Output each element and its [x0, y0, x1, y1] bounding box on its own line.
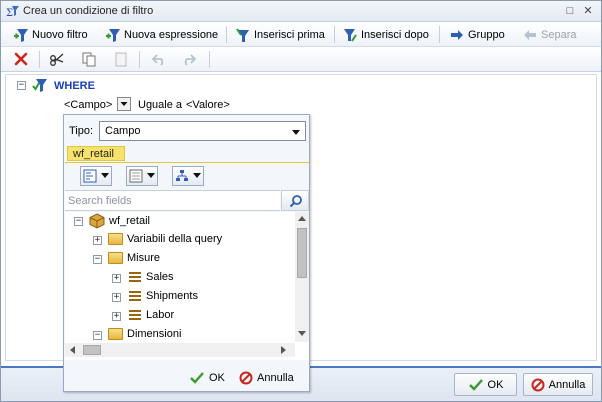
vertical-scrollbar[interactable] — [295, 212, 309, 342]
tree-item-misure[interactable]: Misure — [108, 252, 160, 264]
copy-icon[interactable] — [81, 51, 97, 67]
measure-icon — [127, 271, 142, 283]
group-arrow-icon — [451, 29, 463, 40]
tab-wf-retail[interactable]: wf_retail — [67, 146, 125, 161]
scroll-up-icon[interactable] — [298, 215, 306, 221]
search-button[interactable] — [281, 190, 309, 211]
dialog-window: Σ Crea un condizione di filtro □ ✕ Nuovo… — [0, 0, 602, 402]
expand-toggle[interactable]: + — [112, 312, 121, 321]
collapse-toggle[interactable]: − — [93, 255, 102, 264]
chevron-down-icon — [101, 173, 109, 178]
check-icon — [190, 372, 204, 384]
check-icon — [468, 378, 483, 391]
new-expression-icon — [106, 28, 120, 42]
close-icon[interactable]: ✕ — [582, 5, 594, 17]
insert-before-icon — [236, 27, 249, 42]
tree-item-sales[interactable]: Sales — [127, 271, 174, 283]
tipo-select[interactable]: Campo — [99, 121, 306, 141]
tree-item-shipments[interactable]: Shipments — [127, 290, 198, 302]
list-view-icon — [129, 169, 143, 183]
tree-item-root[interactable]: wf_retail — [89, 213, 150, 229]
paste-icon[interactable] — [113, 51, 129, 67]
toolbar-separator — [334, 26, 335, 43]
cube-icon — [89, 213, 105, 229]
maximize-icon[interactable]: □ — [564, 5, 576, 17]
filter-app-icon: Σ — [6, 6, 19, 18]
cut-icon[interactable] — [49, 51, 65, 67]
tree-item-dimensioni[interactable]: Dimensioni — [108, 328, 181, 340]
popup-cancel-button[interactable]: Annulla — [239, 371, 294, 385]
collapse-toggle[interactable]: − — [93, 331, 102, 340]
hierarchy-icon — [176, 170, 188, 181]
redo-icon[interactable] — [181, 51, 197, 67]
gruppo-button[interactable]: Gruppo — [449, 25, 505, 44]
separa-button[interactable]: Separa — [522, 25, 576, 44]
open-folder-icon — [108, 252, 123, 264]
field-dropdown-button[interactable] — [117, 97, 131, 111]
field-tree: − wf_retail + Variabili della query − Mi… — [65, 212, 309, 360]
popup-ok-button[interactable]: OK — [189, 371, 225, 385]
filter-check-icon — [32, 79, 47, 92]
chevron-down-icon — [292, 130, 300, 135]
tab-underline — [65, 162, 309, 163]
cancel-button[interactable]: Annulla — [523, 373, 593, 396]
nuova-espressione-button[interactable]: Nuova espressione — [105, 25, 218, 44]
measure-icon — [127, 309, 142, 321]
delete-icon[interactable] — [13, 51, 29, 67]
value-placeholder[interactable]: <Valore> — [186, 99, 230, 111]
expand-toggle[interactable]: + — [93, 236, 102, 245]
toolbar-separator — [209, 51, 210, 68]
field-selector[interactable]: <Campo> — [64, 99, 112, 111]
dialog-title: Crea un condizione di filtro — [23, 5, 154, 17]
insert-after-icon — [344, 28, 357, 42]
tree-item-labor[interactable]: Labor — [127, 309, 174, 321]
main-toolbar: Nuovo filtro Nuova espressione Inserisci… — [1, 22, 601, 47]
expand-toggle[interactable]: + — [112, 274, 121, 283]
list-mode-button[interactable] — [126, 166, 158, 186]
tree-view-icon — [83, 169, 97, 183]
scroll-thumb[interactable] — [83, 345, 101, 355]
cancel-icon — [239, 371, 253, 385]
collapse-where-toggle[interactable]: − — [17, 81, 26, 90]
horizontal-scrollbar[interactable] — [65, 343, 295, 357]
hierarchy-mode-button[interactable] — [172, 166, 204, 186]
cancel-icon — [531, 378, 545, 391]
search-input[interactable]: Search fields — [65, 190, 280, 211]
tree-item-variabili[interactable]: Variabili della query — [108, 233, 222, 245]
scroll-left-icon[interactable] — [69, 346, 75, 354]
toolbar-separator — [439, 26, 440, 43]
tipo-label: Tipo: — [69, 125, 94, 137]
toolbar-separator — [39, 51, 40, 68]
ok-button[interactable]: OK — [454, 373, 517, 396]
new-filter-icon — [14, 28, 28, 42]
collapse-toggle[interactable]: − — [74, 217, 83, 226]
edit-toolbar — [1, 47, 601, 72]
scroll-thumb[interactable] — [297, 228, 307, 278]
operator-label[interactable]: Uguale a — [138, 99, 182, 111]
chevron-down-icon — [147, 173, 155, 178]
open-folder-icon — [108, 328, 123, 340]
scroll-down-icon[interactable] — [298, 331, 306, 337]
nuovo-filtro-button[interactable]: Nuovo filtro — [13, 25, 88, 44]
undo-icon[interactable] — [151, 51, 167, 67]
field-picker-popup: Tipo: Campo wf_retail Search fields − wf… — [63, 114, 310, 392]
expand-toggle[interactable]: + — [112, 293, 121, 302]
title-bar: Σ Crea un condizione di filtro □ ✕ — [1, 1, 601, 22]
toolbar-separator — [226, 26, 227, 43]
chevron-down-icon — [193, 173, 201, 178]
scroll-right-icon[interactable] — [281, 346, 287, 354]
measure-icon — [127, 290, 142, 302]
toolbar-separator — [139, 51, 140, 68]
chevron-down-icon — [120, 102, 128, 106]
svg-text:Σ: Σ — [6, 8, 13, 18]
where-label: WHERE — [54, 80, 95, 92]
search-icon — [289, 195, 302, 208]
folder-icon — [108, 233, 123, 245]
inserisci-prima-button[interactable]: Inserisci prima — [235, 25, 325, 44]
separate-arrow-icon — [524, 29, 536, 40]
inserisci-dopo-button[interactable]: Inserisci dopo — [342, 25, 429, 44]
view-mode-button[interactable] — [80, 166, 112, 186]
